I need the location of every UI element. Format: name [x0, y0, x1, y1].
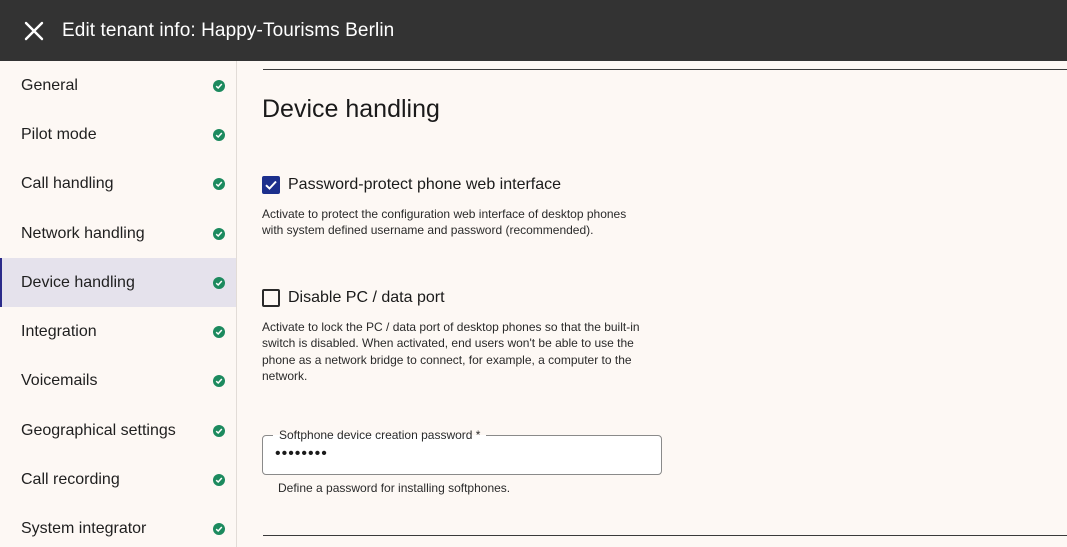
sidebar-item-label: Call recording	[21, 471, 120, 489]
close-button[interactable]	[22, 19, 46, 43]
sidebar-item-call-handling[interactable]: Call handling	[0, 160, 236, 209]
dialog-title: Edit tenant info: Happy-Tourisms Berlin	[62, 19, 395, 41]
sidebar-item-label: Network handling	[21, 224, 145, 242]
sidebar-item-label: General	[21, 76, 78, 94]
option-description: Activate to protect the configuration we…	[262, 207, 627, 238]
checkbox-label: Password-protect phone web interface	[288, 176, 562, 193]
check-circle-icon	[213, 128, 225, 141]
check-circle-icon	[213, 276, 225, 289]
sidebar-item-device-handling[interactable]: Device handling	[0, 258, 236, 308]
sidebar-item-network-handling[interactable]: Network handling	[0, 209, 236, 258]
field-label: Softphone device creation password *	[273, 428, 487, 442]
sidebar-item-label: Geographical settings	[21, 421, 176, 439]
sidebar-item-call-recording[interactable]: Call recording	[0, 455, 236, 504]
sidebar-item-voicemails[interactable]: Voicemails	[0, 357, 236, 406]
sidebar-item-geographical-settings[interactable]: Geographical settings	[0, 406, 236, 455]
sidebar-item-label: Voicemails	[21, 372, 98, 390]
check-circle-icon	[213, 79, 225, 92]
close-icon	[24, 21, 44, 40]
divider	[263, 69, 1067, 70]
disable-pc-port-checkbox-row[interactable]: Disable PC / data port	[262, 289, 445, 307]
sidebar-item-integration[interactable]: Integration	[0, 307, 236, 356]
sidebar-item-label: Integration	[21, 323, 97, 341]
divider	[263, 535, 1067, 536]
top-bar: Edit tenant info: Happy-Tourisms Berlin	[0, 0, 1067, 61]
main-content: Device handling Password-protect phone w…	[237, 61, 1067, 547]
disable-pc-port-checkbox[interactable]	[262, 289, 280, 307]
field-helper-text: Define a password for installing softpho…	[278, 481, 511, 495]
sidebar-item-pilot-mode[interactable]: Pilot mode	[0, 110, 236, 159]
sidebar-item-label: System integrator	[21, 520, 147, 538]
sidebar-item-label: Pilot mode	[21, 125, 97, 143]
page-title: Device handling	[262, 95, 440, 123]
sidebar-item-label: Call handling	[21, 175, 114, 193]
check-circle-icon	[213, 227, 225, 240]
check-circle-icon	[213, 474, 225, 487]
sidebar-item-general[interactable]: General	[0, 61, 236, 110]
softphone-password-field[interactable]: Softphone device creation password *	[262, 428, 662, 475]
settings-sidebar: General Pilot mode Call handling Network…	[0, 61, 237, 547]
password-protect-checkbox[interactable]	[262, 176, 280, 194]
check-circle-icon	[213, 424, 225, 437]
sidebar-item-system-integrator[interactable]: System integrator	[0, 505, 236, 547]
sidebar-item-label: Device handling	[21, 273, 135, 291]
option-description: Activate to lock the PC / data port of d…	[262, 320, 640, 383]
softphone-password-input[interactable]	[275, 445, 645, 463]
checkbox-label: Disable PC / data port	[288, 289, 445, 306]
checkmark-icon	[265, 180, 277, 190]
password-protect-checkbox-row[interactable]: Password-protect phone web interface	[262, 176, 561, 194]
